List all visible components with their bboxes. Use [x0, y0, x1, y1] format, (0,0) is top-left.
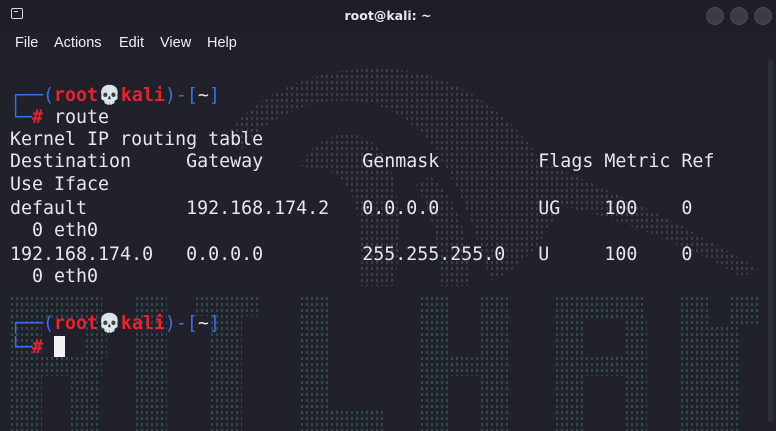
terminal-output: ┌──(root💀kali)-[~] └─# route Kernel IP r… [0, 56, 776, 371]
prompt-frame: )-[ [164, 313, 198, 334]
menu-view[interactable]: View [160, 35, 191, 51]
skull-icon: 💀 [98, 85, 121, 106]
prompt-corner: └─ [10, 107, 33, 128]
prompt-host: kali [120, 85, 165, 106]
prompt-line-2: ┌──(root💀kali)-[~] [10, 313, 220, 335]
menu-bar: File Actions Edit View Help [0, 31, 776, 56]
terminal-window: root@kali: ~ File Actions Edit View Help [0, 0, 776, 431]
menu-edit[interactable]: Edit [119, 35, 144, 51]
menu-file[interactable]: File [15, 35, 38, 51]
prompt-frame: ] [208, 85, 220, 106]
text-cursor [54, 336, 66, 357]
output-line: 192.168.174.0 0.0.0.0 255.255.255.0 U 10… [10, 244, 693, 265]
command-line-1: └─# route [10, 107, 109, 129]
terminal-area[interactable]: ┌──(root💀kali)-[~] └─# route Kernel IP r… [0, 56, 776, 431]
prompt-host: kali [120, 313, 165, 334]
prompt-user: root [54, 85, 99, 106]
output-line: default 192.168.174.2 0.0.0.0 UG 100 0 [10, 198, 693, 219]
command-text: route [43, 107, 110, 128]
title-bar[interactable]: root@kali: ~ [0, 0, 776, 31]
output-line: Destination Gateway Genmask Flags Metric… [10, 151, 715, 172]
prompt-frame: ┌──( [10, 313, 55, 334]
prompt-frame: )-[ [164, 85, 198, 106]
maximize-icon[interactable] [730, 7, 748, 25]
prompt-hash: # [32, 107, 44, 128]
prompt-frame: ┌──( [10, 85, 55, 106]
minimize-icon[interactable] [706, 7, 724, 25]
command-line-2[interactable]: └─# [10, 336, 66, 358]
output-line: Kernel IP routing table [10, 129, 264, 150]
output-line: 0 eth0 [10, 266, 99, 287]
prompt-dir: ~ [197, 85, 209, 106]
skull-icon: 💀 [98, 313, 121, 334]
menu-actions[interactable]: Actions [54, 35, 102, 51]
window-title: root@kali: ~ [344, 8, 432, 23]
prompt-user: root [54, 313, 99, 334]
prompt-hash: # [32, 337, 44, 358]
output-line: 0 eth0 [10, 220, 99, 241]
menu-help[interactable]: Help [207, 35, 237, 51]
prompt-corner: └─ [10, 337, 33, 358]
close-icon[interactable] [754, 7, 772, 25]
prompt-frame: ] [208, 313, 220, 334]
prompt-line-1: ┌──(root💀kali)-[~] [10, 85, 220, 107]
output-line: Use Iface [10, 174, 110, 195]
prompt-dir: ~ [197, 313, 209, 334]
